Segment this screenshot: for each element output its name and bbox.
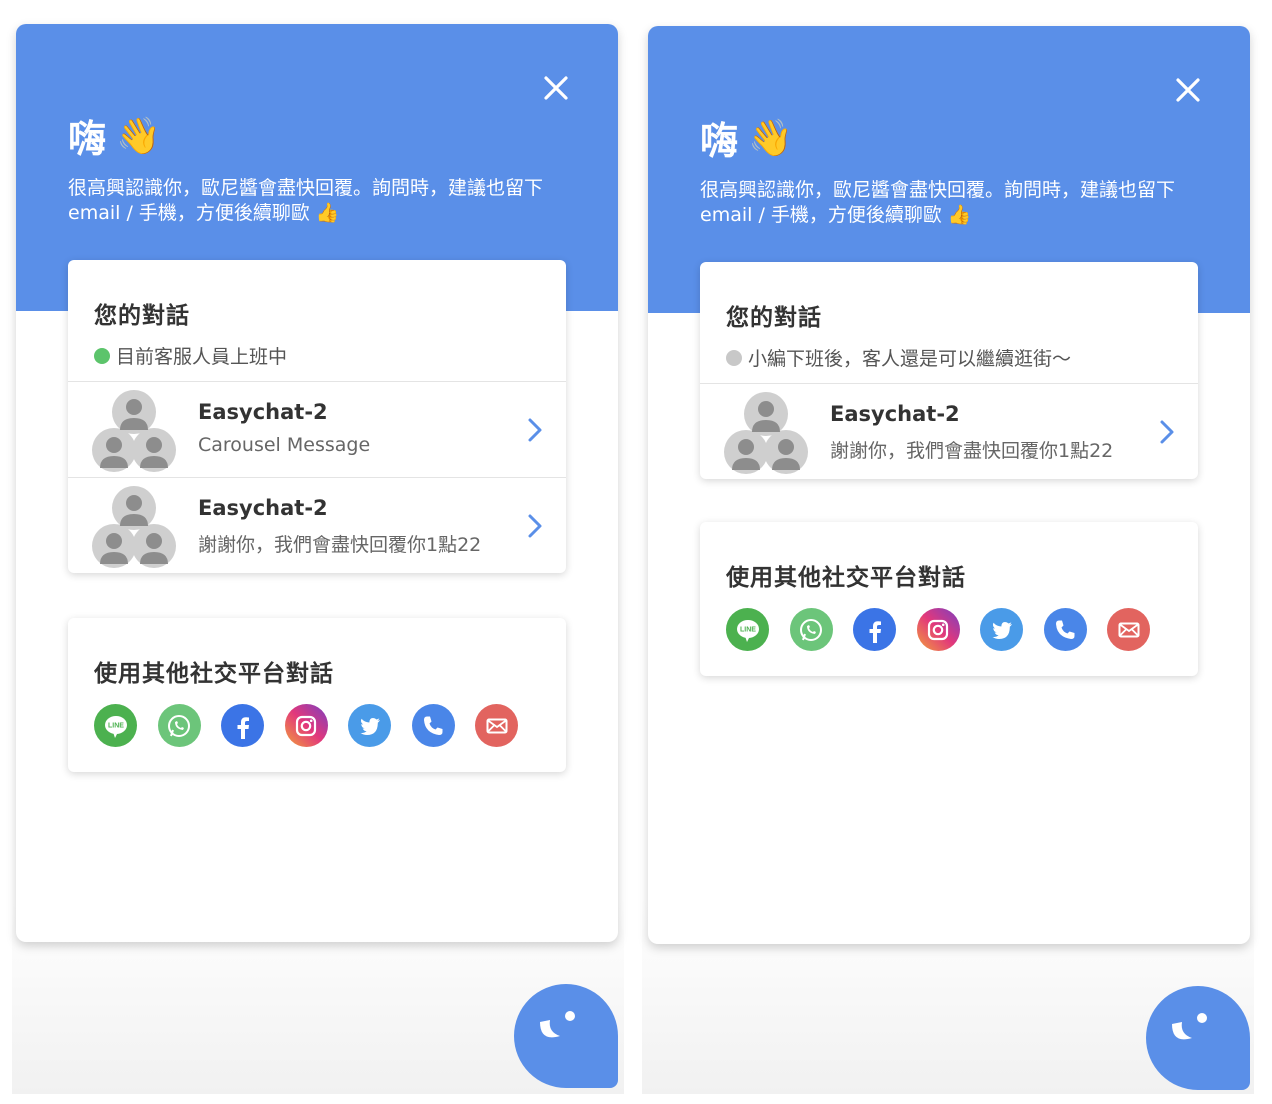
conversation-preview: 謝謝你，我們會盡快回覆你1點22 [198, 534, 482, 556]
greeting-heading: 嗨 👋 [700, 110, 793, 165]
greeting-text: 嗨 [700, 119, 739, 163]
conversation-name: Easychat-2 [830, 402, 960, 426]
conversation-row[interactable]: Easychat-2 Carousel Message [68, 381, 566, 477]
close-button[interactable] [1174, 76, 1202, 104]
online-status-dot [94, 347, 110, 364]
waving-hand-icon: 👋 [116, 115, 161, 157]
group-avatar-icon [724, 392, 808, 474]
instagram-icon[interactable] [916, 608, 960, 651]
chat-widget-offline: 嗨 👋 很高興認識你，歐尼醬會盡快回覆。詢問時，建議也留下 email / 手機… [648, 26, 1250, 944]
phone-icon[interactable] [411, 704, 455, 747]
status-text: 小編下班後，客人還是可以繼續逛街～ [748, 348, 1072, 370]
chat-launcher-button[interactable] [514, 984, 618, 1088]
agent-status: 目前客服人員上班中 [94, 342, 540, 369]
conversation-name: Easychat-2 [198, 400, 328, 424]
whatsapp-icon[interactable] [157, 704, 201, 747]
conversation-preview: 謝謝你，我們會盡快回覆你1點22 [830, 440, 1114, 462]
intro-text: 很高興認識你，歐尼醬會盡快回覆。詢問時，建議也留下 email / 手機，方便後… [68, 177, 544, 224]
agent-status: 小編下班後，客人還是可以繼續逛街～ [726, 344, 1172, 371]
social-platforms-card: 使用其他社交平台對話 LINE [68, 618, 566, 772]
chevron-right-icon [1158, 418, 1176, 446]
phone-icon[interactable] [1043, 608, 1087, 651]
chevron-right-icon [526, 416, 544, 444]
smiley-face-icon [540, 1011, 575, 1038]
offline-status-dot [726, 349, 742, 366]
social-title: 使用其他社交平台對話 [94, 661, 334, 687]
close-icon [544, 76, 568, 100]
facebook-icon[interactable] [221, 704, 264, 747]
facebook-icon[interactable] [853, 608, 896, 651]
email-icon[interactable] [1107, 608, 1150, 651]
intro-text: 很高興認識你，歐尼醬會盡快回覆。詢問時，建議也留下 email / 手機，方便後… [700, 179, 1176, 226]
chevron-right-icon [526, 512, 544, 540]
greeting-heading: 嗨 👋 [68, 108, 161, 163]
conversation-row[interactable]: Easychat-2 謝謝你，我們會盡快回覆你1點22 [700, 383, 1198, 479]
group-avatar-icon [92, 390, 176, 472]
conversations-title: 您的對話 [726, 305, 822, 331]
conversation-name: Easychat-2 [198, 496, 328, 520]
waving-hand-icon: 👋 [748, 117, 793, 159]
social-title: 使用其他社交平台對話 [726, 565, 966, 591]
greeting-text: 嗨 [68, 117, 107, 161]
twitter-icon[interactable] [980, 608, 1023, 651]
close-icon [1176, 78, 1200, 102]
smiley-face-icon [1172, 1013, 1207, 1040]
whatsapp-icon[interactable] [789, 608, 833, 651]
conversations-title: 您的對話 [94, 303, 190, 329]
group-avatar-icon [92, 486, 176, 568]
instagram-icon[interactable] [284, 704, 328, 747]
chat-launcher-button[interactable] [1146, 986, 1250, 1090]
line-logo-text: LINE [108, 722, 124, 729]
conversation-preview: Carousel Message [198, 434, 371, 456]
chat-widget-online: 嗨 👋 很高興認識你，歐尼醬會盡快回覆。詢問時，建議也留下 email / 手機… [16, 24, 618, 942]
status-text: 目前客服人員上班中 [116, 346, 288, 368]
social-icons-row: LINE [726, 608, 1172, 651]
social-icons-row: LINE [94, 704, 540, 747]
conversation-row[interactable]: Easychat-2 謝謝你，我們會盡快回覆你1點22 [68, 477, 566, 573]
close-button[interactable] [542, 74, 570, 102]
line-icon[interactable]: LINE [726, 608, 769, 651]
line-logo-text: LINE [740, 626, 756, 633]
social-platforms-card: 使用其他社交平台對話 LINE [700, 522, 1198, 676]
line-icon[interactable]: LINE [94, 704, 137, 747]
email-icon[interactable] [475, 704, 518, 747]
conversations-card: 您的對話 小編下班後，客人還是可以繼續逛街～ Easychat-2 謝謝你，我們… [700, 262, 1198, 479]
conversations-card: 您的對話 目前客服人員上班中 Easychat-2 Carousel Messa… [68, 260, 566, 573]
twitter-icon[interactable] [348, 704, 391, 747]
